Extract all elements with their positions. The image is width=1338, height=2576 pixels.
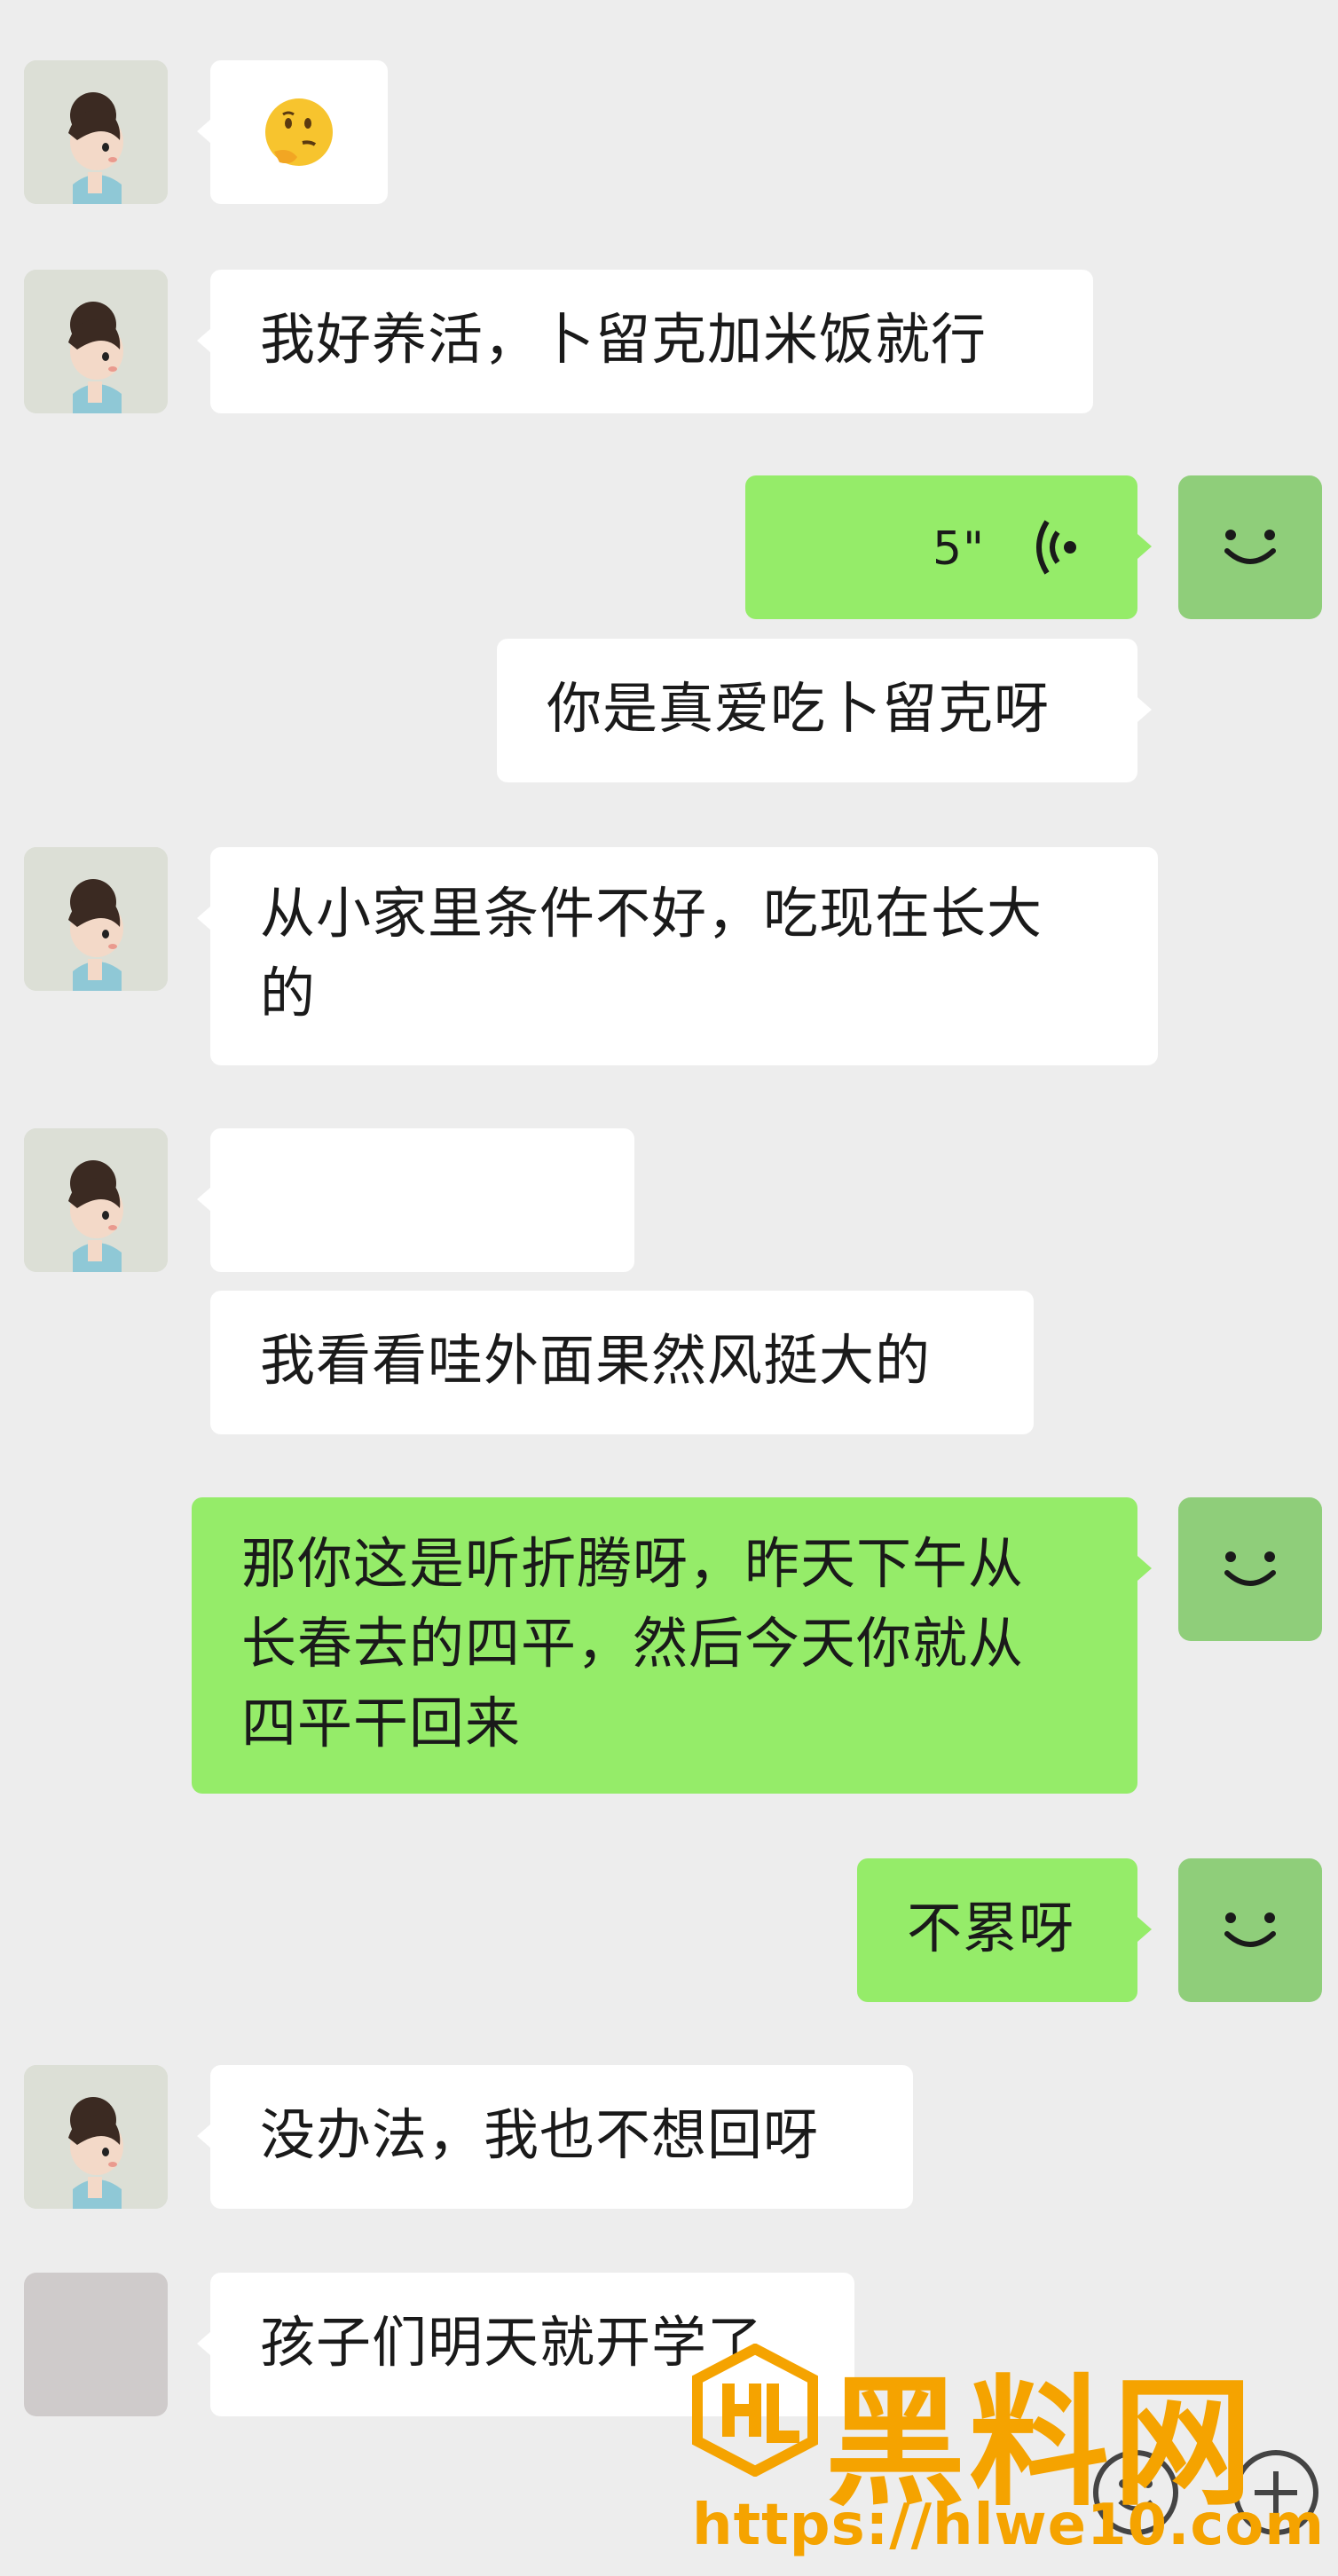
message-bubble[interactable]: 我好养活，卜留克加米饭就行 — [210, 270, 1093, 413]
message-bubble[interactable]: 我看看哇外面果然风挺大的 — [210, 1291, 1034, 1434]
my-avatar[interactable] — [1178, 1497, 1322, 1641]
message-row: 我好养活，卜留克加米饭就行 — [0, 270, 1338, 420]
smile-avatar-icon — [1224, 1912, 1276, 1947]
message-bubble[interactable]: 你是真爱吃卜留克呀 — [497, 639, 1137, 782]
message-row: 从小家里条件不好，吃现在长大 的 — [0, 847, 1338, 1069]
message-bubble[interactable]: 不累呀 — [857, 1858, 1137, 2002]
message-row: 我看看哇外面果然风挺大的 — [0, 1291, 1338, 1441]
message-row: 不累呀 — [0, 1858, 1338, 2009]
message-text: 没办法，我也不想回呀 — [260, 2102, 820, 2167]
contact-avatar[interactable] — [24, 270, 168, 413]
watermark-logo-icon — [692, 2344, 818, 2477]
message-row — [0, 60, 1338, 211]
message-row: 你是真爱吃卜留克呀 — [0, 639, 1338, 789]
message-row — [0, 1128, 1338, 1279]
message-text: 我看看哇外面果然风挺大的 — [260, 1328, 932, 1393]
message-bubble[interactable]: 没办法，我也不想回呀 — [210, 2065, 913, 2209]
message-bubble[interactable]: 那你这是听折腾呀，昨天下午从 长春去的四平，然后今天你就从 四平干回来 — [192, 1497, 1137, 1794]
contact-avatar[interactable] — [24, 2273, 168, 2416]
smile-avatar-icon — [1224, 530, 1276, 564]
message-bubble-blank[interactable] — [210, 1128, 634, 1272]
voice-wave-icon — [1036, 520, 1076, 575]
my-avatar[interactable] — [1178, 1858, 1322, 2002]
contact-avatar[interactable] — [24, 847, 168, 991]
contact-avatar[interactable] — [24, 2065, 168, 2209]
message-bubble-emoji[interactable] — [210, 60, 388, 204]
girl-avatar-icon — [24, 2065, 168, 2209]
watermark-url: https://hlwe10.com — [692, 2493, 1325, 2558]
voice-message-bubble[interactable]: 5" — [745, 475, 1137, 619]
my-avatar[interactable] — [1178, 475, 1322, 619]
message-bubble[interactable]: 从小家里条件不好，吃现在长大 的 — [210, 847, 1158, 1065]
thinking-face-icon — [265, 98, 333, 166]
message-text: 你是真爱吃卜留克呀 — [547, 676, 1051, 741]
message-text: 我好养活，卜留克加米饭就行 — [260, 307, 988, 372]
message-row: 5" — [0, 475, 1338, 626]
message-text: 不累呀 — [907, 1896, 1075, 1960]
message-text: 那你这是听折腾呀，昨天下午从 长春去的四平，然后今天你就从 四平干回来 — [241, 1531, 1025, 1755]
smile-avatar-icon — [1224, 1551, 1276, 1586]
girl-avatar-icon — [24, 847, 168, 991]
girl-avatar-icon — [24, 270, 168, 413]
watermark: 黑料网 https://hlwe10.com — [683, 2342, 1331, 2564]
message-text: 从小家里条件不好，吃现在长大 的 — [260, 881, 1043, 1025]
contact-avatar[interactable] — [24, 60, 168, 204]
girl-avatar-icon — [24, 1128, 168, 1272]
girl-avatar-icon — [24, 60, 168, 204]
message-row: 没办法，我也不想回呀 — [0, 2065, 1338, 2216]
contact-avatar[interactable] — [24, 1128, 168, 1272]
message-row: 那你这是听折腾呀，昨天下午从 长春去的四平，然后今天你就从 四平干回来 — [0, 1497, 1338, 1799]
voice-duration: 5" — [932, 522, 985, 576]
